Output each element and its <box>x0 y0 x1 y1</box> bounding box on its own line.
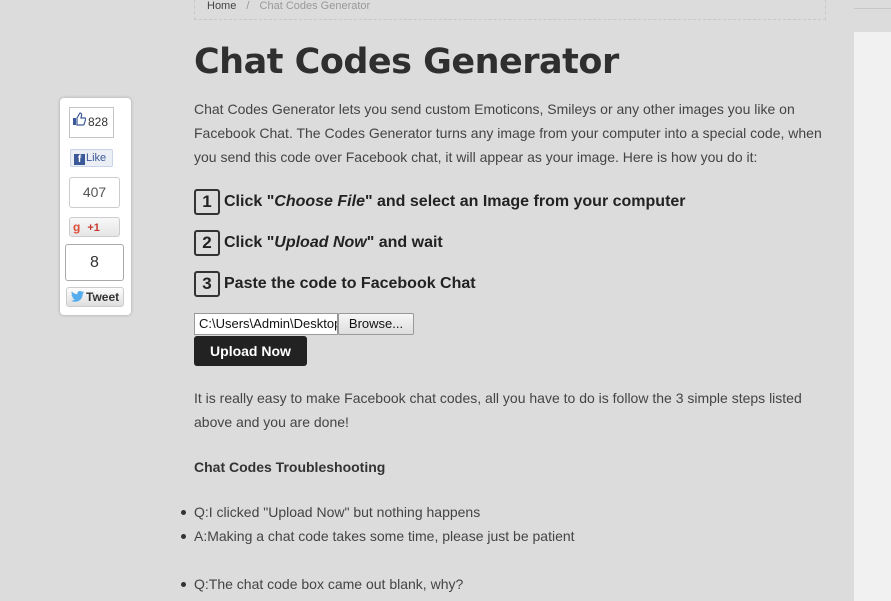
step-number-badge: 1 <box>194 189 220 215</box>
step-text: Paste the code to Facebook Chat <box>224 275 476 292</box>
step-1: 1 Click "Choose File" and select an Image… <box>194 189 686 215</box>
social-share-box: 828 f Like 407 g +1 8 Tweet <box>60 98 131 315</box>
facebook-like-label: Like <box>86 152 107 164</box>
bullet-icon <box>181 510 186 515</box>
step-number-badge: 3 <box>194 271 220 297</box>
step-text-pre: Click " <box>224 234 275 251</box>
google-plus-label: +1 <box>87 222 100 234</box>
troubleshooting-heading: Chat Codes Troubleshooting <box>194 459 386 475</box>
twitter-count: 8 <box>65 244 124 281</box>
faq-text: Q:I clicked "Upload Now" but nothing hap… <box>194 504 481 520</box>
bullet-icon <box>181 534 186 539</box>
step-number-badge: 2 <box>194 230 220 256</box>
step-text-emphasis: Choose File <box>274 193 365 210</box>
faq-text: A:Making a chat code takes some time, pl… <box>194 528 575 544</box>
faq-item: A:Making a chat code takes some time, pl… <box>181 528 575 544</box>
right-divider <box>854 8 891 9</box>
upload-now-button[interactable]: Upload Now <box>194 336 307 366</box>
right-sidebar <box>854 32 891 601</box>
facebook-like-count: 828 <box>69 107 114 138</box>
google-icon: g <box>73 220 81 234</box>
facebook-like-button[interactable]: f Like <box>70 149 113 167</box>
file-path-input[interactable]: C:\Users\Admin\Desktop <box>194 313 338 335</box>
step-text-pre: Click " <box>224 193 275 210</box>
step-text-emphasis: Upload Now <box>274 234 367 251</box>
step-text-post: " and wait <box>366 234 443 251</box>
twitter-bird-icon <box>71 289 84 307</box>
breadcrumb-separator: / <box>246 0 250 12</box>
step-3: 3 Paste the code to Facebook Chat <box>194 271 476 297</box>
google-plus-one-button[interactable]: g +1 <box>69 217 120 237</box>
step-text-post: " and select an Image from your computer <box>364 193 686 210</box>
instructions-paragraph: It is really easy to make Facebook chat … <box>194 390 802 430</box>
tweet-button[interactable]: Tweet <box>66 287 124 307</box>
step-2: 2 Click "Upload Now" and wait <box>194 230 443 256</box>
facebook-count-value: 828 <box>88 115 109 129</box>
faq-text: Q:The chat code box came out blank, why? <box>194 576 464 592</box>
tweet-label: Tweet <box>86 290 120 304</box>
google-plus-count: 407 <box>69 177 120 208</box>
facebook-icon: f <box>74 154 85 165</box>
browse-button[interactable]: Browse... <box>338 313 414 335</box>
breadcrumb: Home / Chat Codes Generator <box>194 0 826 20</box>
thumbs-up-icon <box>72 108 87 137</box>
page-title: Chat Codes Generator <box>194 42 619 82</box>
faq-item: Q:I clicked "Upload Now" but nothing hap… <box>181 504 481 520</box>
bullet-icon <box>181 582 186 587</box>
intro-paragraph: Chat Codes Generator lets you send custo… <box>194 101 822 165</box>
breadcrumb-home-link[interactable]: Home <box>207 0 236 12</box>
faq-item: Q:The chat code box came out blank, why? <box>181 576 464 592</box>
breadcrumb-current: Chat Codes Generator <box>259 0 371 12</box>
